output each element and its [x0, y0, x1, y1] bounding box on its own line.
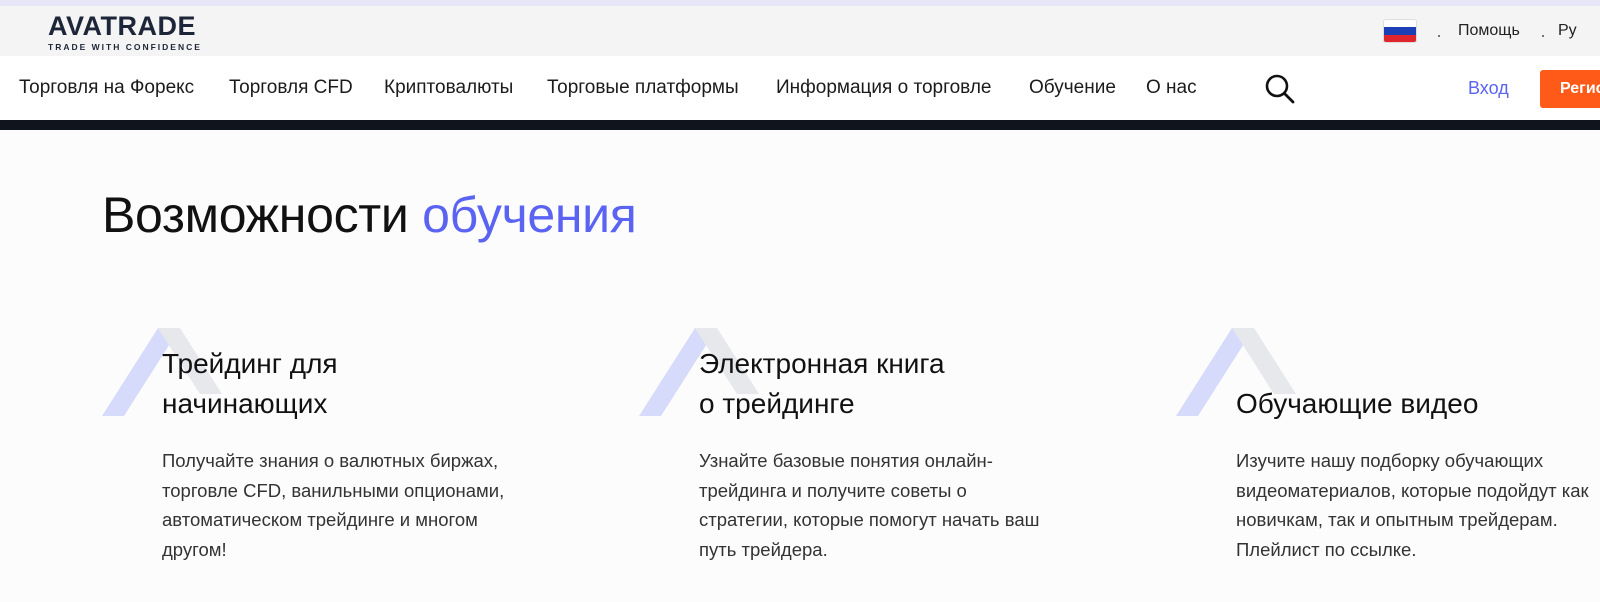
card-title-line: Обучающие видео	[1236, 388, 1479, 419]
nav-divider	[0, 120, 1600, 130]
search-icon[interactable]	[1264, 73, 1296, 105]
card-title-line: Трейдинг для	[162, 348, 338, 379]
logo-wordmark: AVATRADE	[48, 11, 196, 41]
main-navigation: Торговля на Форекс Торговля CFD Криптова…	[0, 56, 1600, 120]
card-beginners-trading[interactable]: Трейдинг для начинающих Получайте знания…	[102, 328, 522, 588]
nav-item-cfd[interactable]: Торговля CFD	[229, 77, 353, 99]
nav-item-trading-info[interactable]: Информация о торговле	[776, 77, 991, 99]
nav-item-forex[interactable]: Торговля на Форекс	[19, 77, 194, 99]
nav-item-crypto[interactable]: Криптовалюты	[384, 77, 513, 99]
section-title-accent: обучения	[422, 187, 637, 243]
nav-item-education[interactable]: Обучение	[1029, 77, 1116, 99]
separator-dot	[1438, 35, 1440, 37]
nav-item-platforms[interactable]: Торговые платформы	[547, 77, 739, 99]
card-title-line: о трейдинге	[699, 388, 855, 419]
card-title-line: Электронная книга	[699, 348, 945, 379]
nav-item-about[interactable]: О нас	[1146, 77, 1197, 99]
login-link[interactable]: Вход	[1468, 78, 1509, 99]
language-selector[interactable]: Ру	[1558, 22, 1577, 40]
card-title-line: начинающих	[162, 388, 328, 419]
section-title: Возможности обучения	[102, 186, 637, 244]
logo-tagline: TRADE WITH CONFIDENCE	[48, 42, 202, 52]
card-description: Изучите нашу подборку обучающих видеомат…	[1236, 450, 1589, 560]
logo[interactable]: AVATRADE TRADE WITH CONFIDENCE	[48, 11, 202, 53]
card-description: Получайте знания о валютных биржах, торг…	[162, 450, 505, 560]
russia-flag-icon[interactable]	[1384, 20, 1416, 42]
utility-bar: AVATRADE TRADE WITH CONFIDENCE Помощь Ру	[0, 6, 1600, 56]
card-trading-ebook[interactable]: Электронная книга о трейдинге Узнайте ба…	[639, 328, 1059, 588]
separator-dot	[1542, 35, 1544, 37]
help-link[interactable]: Помощь	[1458, 22, 1520, 40]
card-description: Узнайте базовые понятия онлайн-трейдинга…	[699, 450, 1040, 560]
section-title-plain: Возможности	[102, 187, 409, 243]
register-button[interactable]: Регистрация	[1540, 70, 1600, 108]
card-education-videos[interactable]: Обучающие видео Изучите нашу подборку об…	[1176, 328, 1596, 588]
